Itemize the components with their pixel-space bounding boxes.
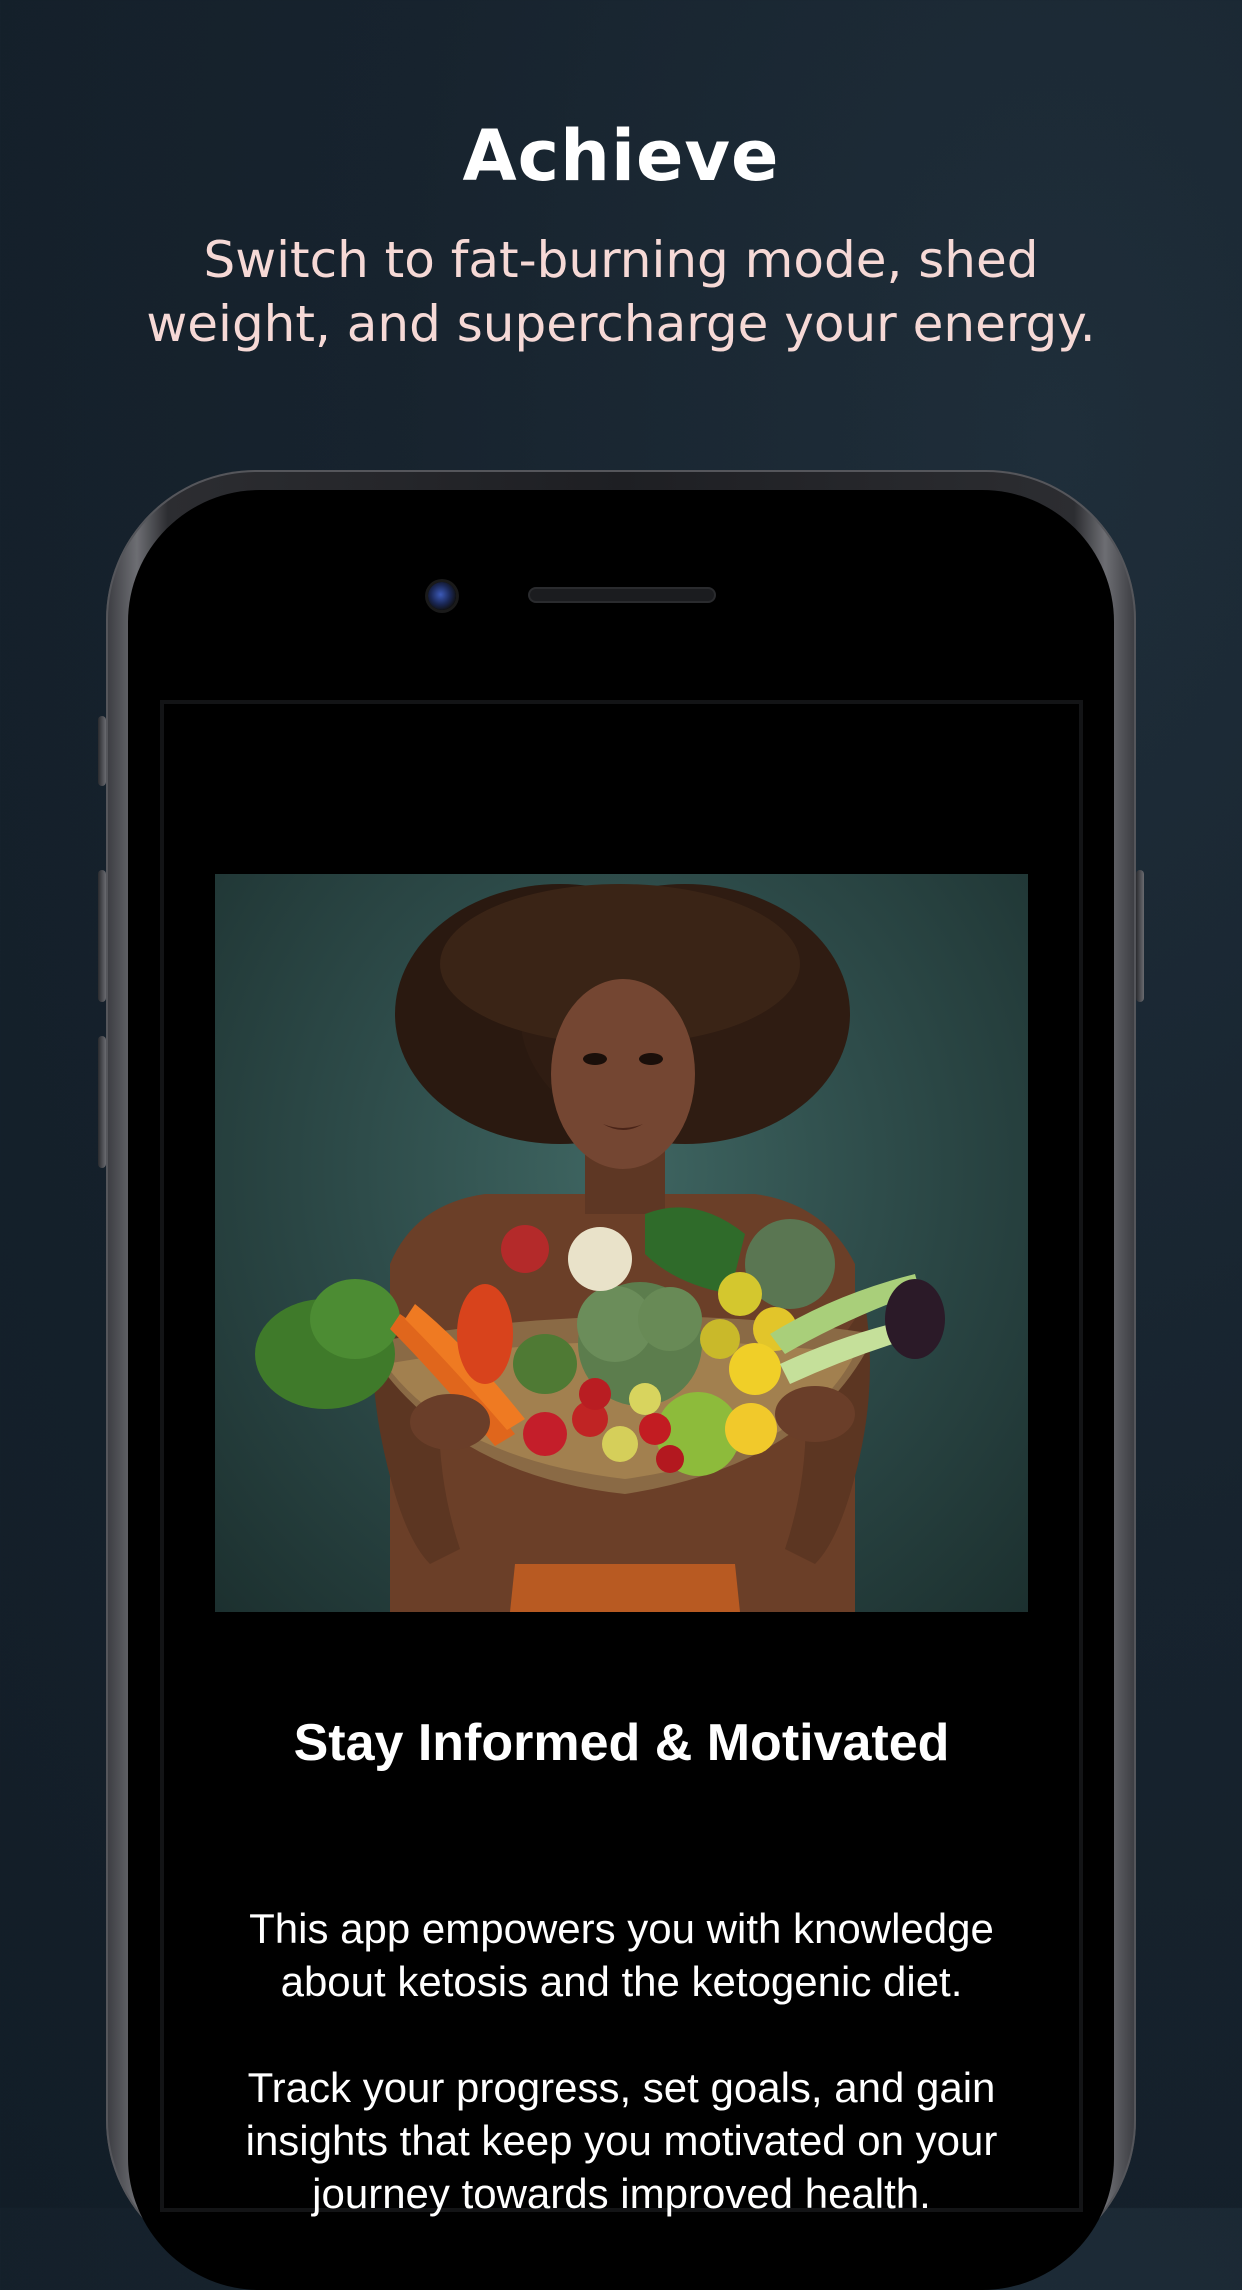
description-paragraph: This app empowers you with knowledge abo… — [249, 1905, 994, 2005]
phone-mute-switch — [98, 716, 106, 786]
phone-volume-up-button — [98, 870, 106, 1002]
earpiece-speaker — [530, 589, 714, 601]
front-camera-icon — [428, 582, 456, 610]
screen-description: This app empowers you with knowledge abo… — [214, 1902, 1029, 2273]
hero-image — [215, 874, 1028, 1612]
woman-holding-vegetable-basket-photo-icon — [255, 884, 945, 1612]
screen-title: Stay Informed & Motivated — [293, 1714, 950, 1772]
description-paragraph: Track your progress, set goals, and gain… — [245, 2064, 998, 2217]
page-title: Achieve — [462, 115, 780, 197]
page-subtitle: Switch to fat-burning mode, shed weight,… — [146, 231, 1096, 353]
phone-power-button — [1136, 870, 1144, 1002]
phone-volume-down-button — [98, 1036, 106, 1168]
